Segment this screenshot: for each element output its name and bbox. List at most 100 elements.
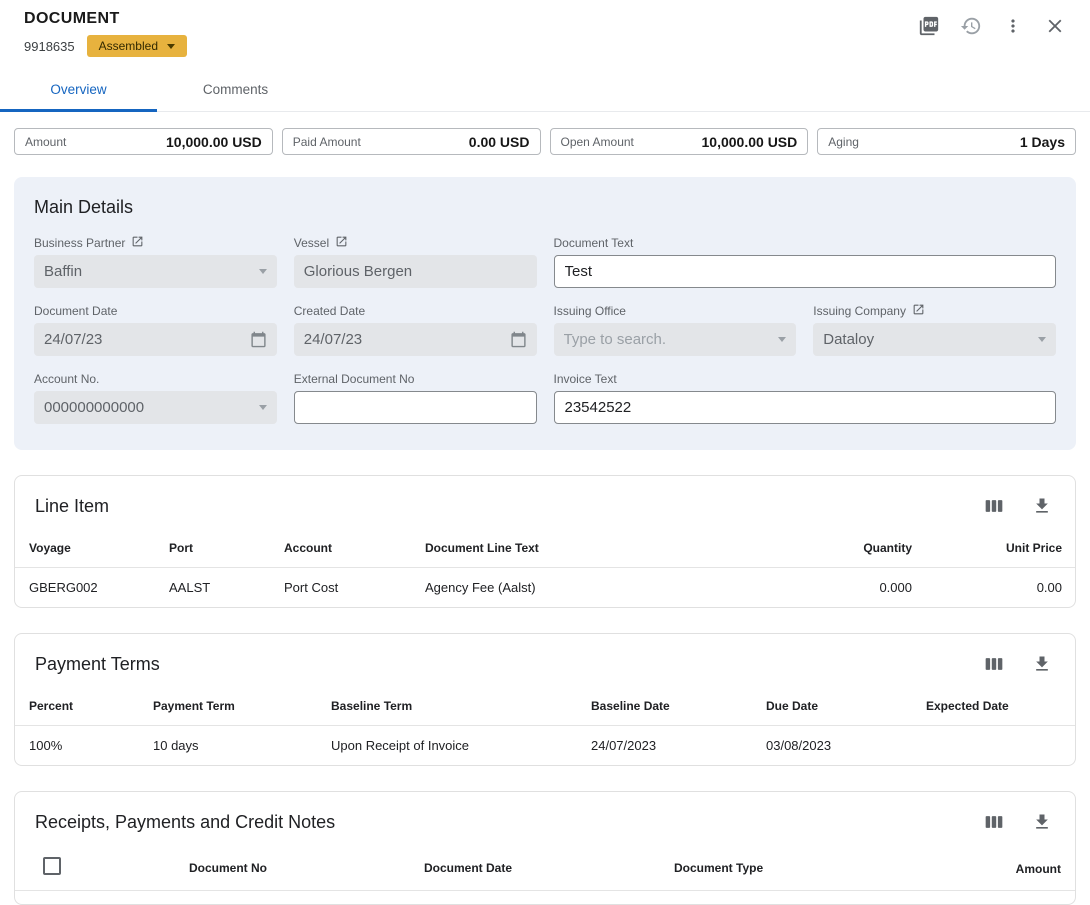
- table-row[interactable]: GBERG002 AALST Port Cost Agency Fee (Aal…: [15, 568, 1076, 608]
- tab-comments[interactable]: Comments: [157, 69, 314, 111]
- summary-value: 10,000.00 USD: [166, 134, 262, 150]
- document-date-control: [34, 323, 277, 356]
- more-vert-icon[interactable]: [1000, 13, 1026, 39]
- created-date-field: Created Date: [294, 303, 537, 356]
- summary-label: Paid Amount: [293, 135, 361, 149]
- column-header: Account: [270, 529, 411, 568]
- issuing-company-label: Issuing Company: [813, 304, 906, 318]
- tab-overview[interactable]: Overview: [0, 69, 157, 111]
- cell-percent: 100%: [15, 726, 139, 766]
- columns-icon[interactable]: [981, 651, 1007, 677]
- external-document-no-control: [294, 391, 537, 424]
- table-header-row: Document No Document Date Document Type: [15, 845, 1075, 891]
- issuing-company-field: Issuing Company: [813, 303, 1056, 356]
- line-item-section: Line Item Voyage Port Account Document L…: [14, 475, 1076, 608]
- select-all-cell: [15, 845, 175, 891]
- issuing-company-input: [823, 331, 1038, 348]
- cell-baseline-date: 24/07/2023: [577, 726, 752, 766]
- columns-icon[interactable]: [981, 809, 1007, 835]
- chevron-down-icon: [259, 269, 267, 274]
- payment-terms-table: Percent Payment Term Baseline Term Basel…: [15, 687, 1075, 765]
- summary-value: 0.00 USD: [469, 134, 530, 150]
- external-link-icon[interactable]: [912, 303, 925, 319]
- download-icon[interactable]: [1029, 809, 1055, 835]
- business-partner-select: [34, 255, 277, 288]
- history-icon[interactable]: [958, 13, 984, 39]
- chevron-down-icon: [259, 405, 267, 410]
- calendar-icon: [250, 331, 267, 348]
- cell-due-date: 03/08/2023: [752, 726, 912, 766]
- issuing-office-select: [554, 323, 797, 356]
- issuing-office-input: [564, 331, 779, 348]
- select-all-checkbox[interactable]: [43, 857, 61, 875]
- business-partner-input: [44, 263, 259, 280]
- cell-port: AALST: [155, 568, 270, 608]
- summary-card-aging: Aging 1 Days: [817, 128, 1076, 155]
- chevron-down-icon: [778, 337, 786, 342]
- issuing-office-field: Issuing Office: [554, 303, 797, 356]
- external-document-no-input[interactable]: [305, 399, 526, 416]
- column-header: Port: [155, 529, 270, 568]
- column-header: Payment Term: [139, 687, 317, 726]
- chevron-down-icon: [1038, 337, 1046, 342]
- summary-value: 1 Days: [1020, 134, 1065, 150]
- issuing-company-select: [813, 323, 1056, 356]
- pdf-export-icon[interactable]: [916, 13, 942, 39]
- receipts-title: Receipts, Payments and Credit Notes: [35, 812, 335, 833]
- document-text-field: Document Text: [554, 235, 1057, 288]
- vessel-label: Vessel: [294, 236, 329, 250]
- business-partner-field: Business Partner: [34, 235, 277, 288]
- business-partner-label: Business Partner: [34, 236, 125, 250]
- status-badge-dropdown[interactable]: Assembled: [87, 35, 187, 57]
- receipts-table: Document No Document Date Document Type: [15, 845, 1075, 891]
- cell-document-line-text: Agency Fee (Aalst): [411, 568, 771, 608]
- table-header-row: Percent Payment Term Baseline Term Basel…: [15, 687, 1075, 726]
- cell-voyage: GBERG002: [15, 568, 155, 608]
- created-date-input: [304, 331, 510, 348]
- table-header-row: Voyage Port Account Document Line Text Q…: [15, 529, 1076, 568]
- column-header: Voyage: [15, 529, 155, 568]
- vessel-field: Vessel: [294, 235, 537, 288]
- close-icon[interactable]: [1042, 13, 1068, 39]
- cell-account: Port Cost: [270, 568, 411, 608]
- line-item-title: Line Item: [35, 496, 109, 517]
- document-number: 9918635: [24, 39, 75, 54]
- external-document-no-field: External Document No: [294, 371, 537, 424]
- download-icon[interactable]: [1029, 651, 1055, 677]
- page-title: DOCUMENT: [24, 10, 1066, 28]
- created-date-label: Created Date: [294, 304, 365, 318]
- column-header: Document Type: [660, 845, 1075, 891]
- summary-cards: Amount 10,000.00 USD Paid Amount 0.00 US…: [14, 128, 1076, 155]
- column-header: Percent: [15, 687, 139, 726]
- column-header: Quantity: [771, 529, 926, 568]
- summary-label: Open Amount: [561, 135, 634, 149]
- document-text-label: Document Text: [554, 236, 634, 250]
- columns-icon[interactable]: [981, 493, 1007, 519]
- column-header: Baseline Term: [317, 687, 577, 726]
- status-badge-label: Assembled: [99, 39, 158, 53]
- invoice-text-control: [554, 391, 1057, 424]
- column-header: Unit Price: [926, 529, 1076, 568]
- document-date-label: Document Date: [34, 304, 117, 318]
- table-row[interactable]: 100% 10 days Upon Receipt of Invoice 24/…: [15, 726, 1075, 766]
- column-header: Document Date: [410, 845, 660, 891]
- external-link-icon[interactable]: [335, 235, 348, 251]
- cell-quantity: 0.000: [771, 568, 926, 608]
- calendar-icon: [510, 331, 527, 348]
- document-text-input[interactable]: [565, 263, 1046, 280]
- summary-card-paid-amount: Paid Amount 0.00 USD: [282, 128, 541, 155]
- issuing-office-label: Issuing Office: [554, 304, 626, 318]
- account-no-field: Account No.: [34, 371, 277, 424]
- download-icon[interactable]: [1029, 493, 1055, 519]
- account-no-label: Account No.: [34, 372, 99, 386]
- document-date-input: [44, 331, 250, 348]
- receipts-section: Receipts, Payments and Credit Notes Docu…: [14, 791, 1076, 905]
- cell-baseline-term: Upon Receipt of Invoice: [317, 726, 577, 766]
- summary-value: 10,000.00 USD: [702, 134, 798, 150]
- payment-terms-title: Payment Terms: [35, 654, 160, 675]
- external-link-icon[interactable]: [131, 235, 144, 251]
- invoice-text-input[interactable]: [565, 399, 1046, 416]
- vessel-select: [294, 255, 537, 288]
- cell-unit-price: 0.00: [926, 568, 1076, 608]
- summary-card-open-amount: Open Amount 10,000.00 USD: [550, 128, 809, 155]
